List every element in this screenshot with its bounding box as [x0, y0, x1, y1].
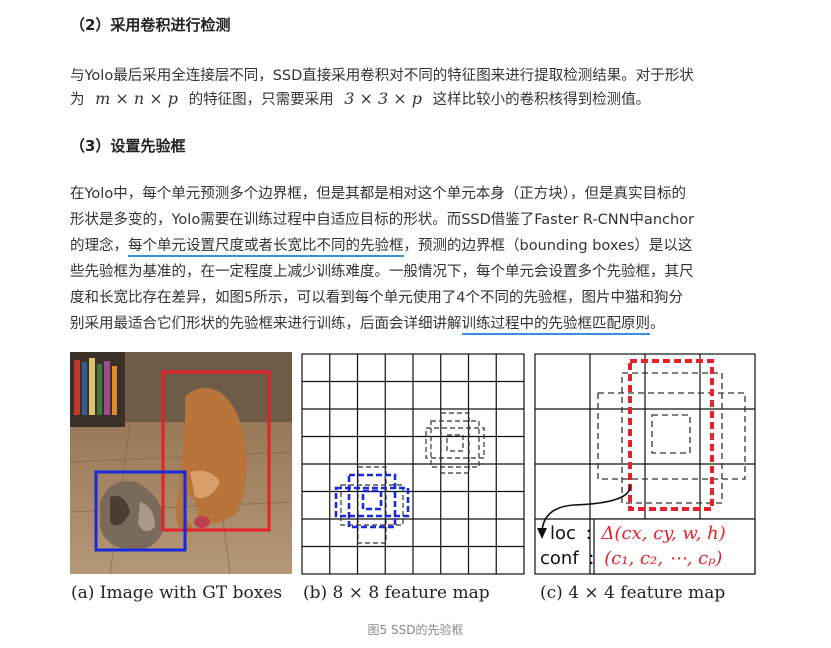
underlined-text: 每个单元设置尺度或者长宽比不同的先验框: [128, 238, 404, 257]
section-heading-prior-boxes: （3）设置先验框: [70, 137, 186, 155]
paragraph-line: 与Yolo最后采用全连接层不同，SSD直接采用卷积对不同的特征图来进行提取检测结…: [70, 68, 694, 84]
conf-row: conf : (c₁, c₂, ⋯, cₚ): [540, 548, 722, 569]
loc-row: loc : Δ(cx, cy, w, h): [550, 523, 726, 544]
paragraph-line: 的理念，每个单元设置尺度或者长宽比不同的先验框，预测的边界框（bounding …: [70, 234, 693, 257]
feature-map-8x8: [301, 353, 525, 575]
text: 的理念，: [70, 238, 128, 254]
caption-c: (c) 4 × 4 feature map: [540, 583, 726, 603]
math-formula: 3 × 3 × p: [344, 89, 422, 108]
loc-colon: :: [585, 523, 592, 544]
underlined-text: 训练过程中的先验框匹配原则: [461, 316, 650, 335]
paragraph-line: 别采用最适合它们形状的先验框来进行训练，后面会详细讲解训练过程中的先验框匹配原则…: [70, 312, 665, 335]
caption-b: (b) 8 × 8 feature map: [303, 583, 490, 603]
loc-label: loc: [550, 523, 576, 544]
figure-caption: 图5 SSD的先验框: [367, 623, 464, 637]
text: 别采用最适合它们形状的先验框来进行训练，后面会详细讲解: [70, 316, 462, 332]
paragraph-line: 为 m × n × p 的特征图，只需要采用 3 × 3 × p 这样比较小的卷…: [70, 88, 650, 109]
text: 的特征图，只需要采用: [188, 92, 334, 108]
text: 为: [70, 92, 85, 108]
caption-a: (a) Image with GT boxes: [71, 583, 283, 603]
section-heading-conv: （2）采用卷积进行检测: [70, 16, 231, 34]
photo-cat-dog: [70, 352, 292, 574]
paragraph-line: 形状是多变的，Yolo需要在训练过程中自适应目标的形状。而SSD借鉴了Faste…: [70, 212, 695, 228]
paragraph-line: 些先验框为基准的，在一定程度上减少训练难度。一般情况下，每个单元会设置多个先验框…: [70, 264, 694, 280]
conf-value: (c₁, c₂, ⋯, cₚ): [604, 548, 723, 569]
text: 。: [650, 316, 665, 332]
conf-colon: :: [588, 548, 595, 569]
math-formula: m × n × p: [95, 89, 178, 108]
conf-label: conf: [540, 548, 579, 569]
text: ，预测的边界框（bounding boxes）是以这: [403, 238, 693, 254]
paragraph-line: 度和长宽比存在差异，如图5所示，可以看到每个单元使用了4个不同的先验框，图片中猫…: [70, 290, 683, 306]
paragraph-line: 在Yolo中，每个单元预测多个边界框，但是其都是相对这个单元本身（正方块），但是…: [70, 186, 686, 202]
text: 这样比较小的卷积核得到检测值。: [432, 92, 651, 108]
loc-value: Δ(cx, cy, w, h): [601, 523, 726, 544]
